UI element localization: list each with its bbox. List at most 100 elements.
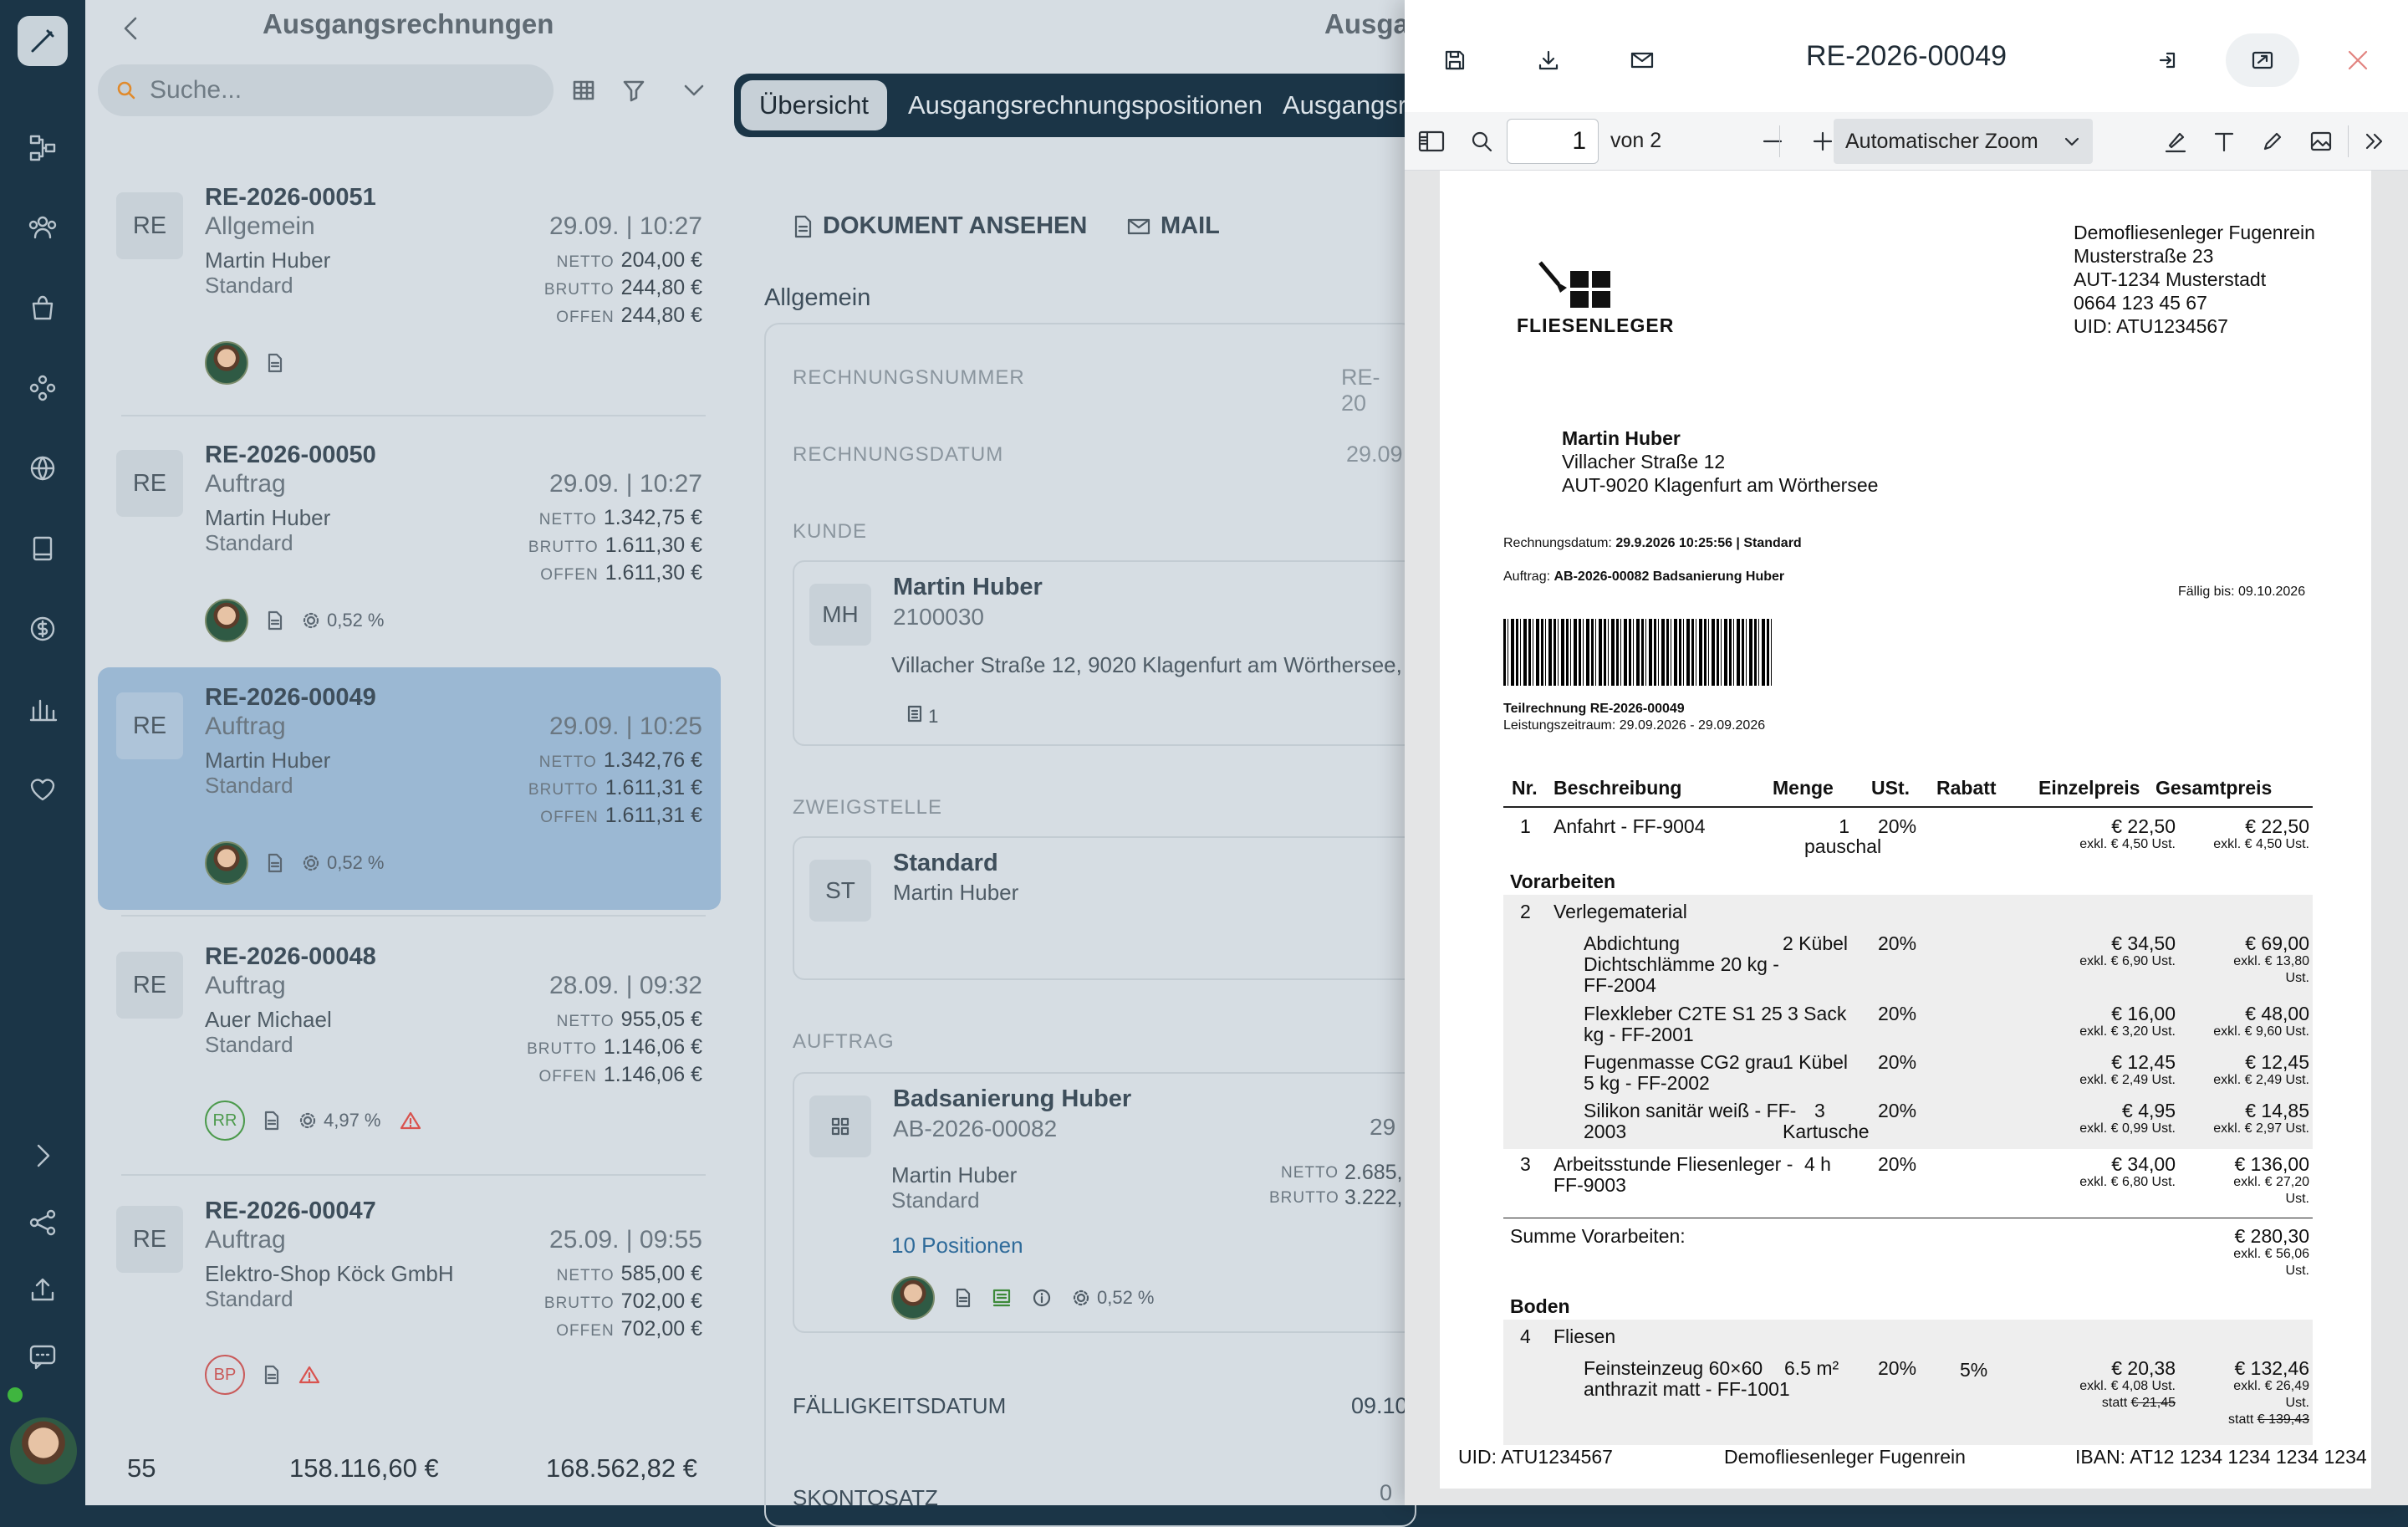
document-icon[interactable] [267,353,283,373]
nav-favorites-icon[interactable] [26,773,59,806]
nav-stats-icon[interactable] [26,692,59,726]
mail-button[interactable]: MAIL [1127,212,1220,240]
trowel-tiles-icon [1538,261,1610,308]
invoice-customer: Martin Huber [205,248,331,273]
search-box[interactable] [98,64,554,116]
open-external-icon[interactable] [2152,43,2186,77]
invoice-branch: Standard [205,773,293,798]
toolbar-separator [1779,125,1780,157]
chat-icon[interactable] [26,1340,59,1373]
info-icon[interactable] [1032,1288,1052,1308]
image-tool-icon[interactable] [2304,125,2338,158]
document-icon [794,215,812,237]
pdf-viewer-panel: RE-2026-00049 von 2 Automatischer Zoom F… [1405,0,2408,1505]
pdf-toolbar: von 2 Automatischer Zoom [1405,112,2408,171]
tab-more[interactable]: Ausgangsr [1264,80,1425,130]
order-user-avatar [891,1276,935,1320]
invoice-branch: Standard [205,1286,293,1311]
branch-box[interactable]: ST Standard Martin Huber [793,836,1445,980]
chevron-down-icon[interactable] [677,74,711,107]
discount-percent: 0,52 % [302,610,385,631]
branch-name: Standard [893,850,998,876]
expand-nav-icon[interactable] [26,1139,59,1172]
sidebar-toggle-icon[interactable] [1415,125,1448,158]
order-positions-link[interactable]: 10 Positionen [891,1233,1023,1259]
user-avatar[interactable] [10,1417,77,1484]
warning-icon [298,1366,320,1384]
invoice-date: 25.09. | 09:55 [549,1226,702,1254]
page-number-input[interactable] [1507,119,1599,164]
nav-book-icon[interactable] [26,532,59,565]
zoom-out-icon[interactable] [1756,125,1789,158]
nav-customers-icon[interactable] [26,211,59,244]
app-logo[interactable] [18,16,68,66]
invoice-number: RE-2026-00050 [205,442,376,468]
invoice-card[interactable]: RE RE-2026-00049 Auftrag 29.09. | 10:25 Mart… [98,667,721,917]
gear-icon [1073,1290,1089,1306]
nav-workflow-icon[interactable] [26,131,59,165]
nav-rail [0,0,85,1505]
invoice-card[interactable]: RE RE-2026-00050 Auftrag 29.09. | 10:27 Mart… [98,425,721,674]
pdf-viewport[interactable]: FLIESENLEGER Demofliesenleger Fugenrein … [1405,171,2408,1505]
document-icon[interactable] [267,610,283,631]
document-icon[interactable] [267,853,283,873]
invoice-card[interactable]: RE RE-2026-00051 Allgemein 29.09. | 10:27 Ma… [98,167,721,416]
invoice-count: 55 [127,1453,156,1483]
document-icon[interactable] [263,1365,280,1385]
order-name: Badsanierung Huber [893,1085,1132,1112]
invoice-card[interactable]: RE RE-2026-00047 Auftrag 25.09. | 09:55 Elek… [98,1181,721,1423]
invoice-card[interactable]: RE RE-2026-00048 Auftrag 28.09. | 09:32 Auer… [98,927,721,1176]
tab-positions[interactable]: Ausgangsrechnungspositionen [890,80,1281,130]
nav-shop-icon[interactable] [26,291,59,324]
search-icon[interactable] [1465,125,1498,158]
gear-icon [303,612,319,629]
table-view-icon[interactable] [567,74,600,107]
invoice-type: Allgemein [205,212,315,240]
more-tools-icon[interactable] [2358,125,2391,158]
document-icon[interactable] [263,1111,280,1131]
table-header-rule [1503,806,2313,808]
invoice-date: 29.09. | 10:27 [549,470,702,498]
open-amount: 1.611,30 € [605,561,702,585]
text-tool-icon[interactable] [2207,125,2241,158]
highlight-icon[interactable] [2159,125,2192,158]
order-branch: Standard [891,1187,980,1213]
clipboard-icon [907,705,922,723]
order-percent: 0,52 % [1072,1287,1155,1309]
nav-globe-icon[interactable] [26,452,59,485]
company-uid: UID: ATU1234567 [2074,315,2228,337]
back-icon[interactable] [115,12,149,45]
brush-icon [31,29,54,53]
filter-icon[interactable] [617,74,650,107]
invoice-type: Auftrag [205,470,286,498]
close-icon[interactable] [2341,43,2375,77]
nav-network-icon[interactable] [26,371,59,405]
footer-uid: UID: ATU1234567 [1458,1446,1613,1468]
invoice-customer: Martin Huber [205,505,331,530]
order-netto: 2.685, [1344,1161,1403,1184]
zoom-select[interactable]: Automatischer Zoom [1834,119,2093,164]
brutto-amount: 244,80 € [620,276,702,299]
customer-address: Villacher Straße 12, 9020 Klagenfurt am … [891,652,1421,677]
view-document-button[interactable]: DOKUMENT ANSEHEN [793,212,1087,240]
invoice-number: RE-2026-00048 [205,943,376,970]
discount-value[interactable]: 0 [1380,1480,1392,1506]
order-line: Auftrag: AB-2026-00082 Badsanierung Hube… [1503,569,1785,584]
col-unit-price: Einzelpreis [2038,777,2140,799]
brutto-amount: 702,00 € [620,1290,702,1313]
document-icon[interactable] [955,1288,972,1308]
recipient-city: AUT-9020 Klagenfurt am Wörthersee [1562,474,1879,496]
invoice-type: Auftrag [205,712,286,740]
search-input[interactable] [150,73,534,108]
company-logo [1535,259,1614,317]
share-icon[interactable] [26,1206,59,1239]
tab-uebersicht[interactable]: Übersicht [741,80,887,130]
receipt-icon[interactable] [992,1288,1012,1308]
customer-docs[interactable]: 1 [906,704,938,728]
company-city: AUT-1234 Musterstadt [2074,268,2267,290]
upload-icon[interactable] [26,1273,59,1306]
fullscreen-button[interactable] [2226,33,2299,87]
draw-icon[interactable] [2256,125,2289,158]
nav-finance-icon[interactable] [26,612,59,646]
section-general: Allgemein [764,284,871,311]
